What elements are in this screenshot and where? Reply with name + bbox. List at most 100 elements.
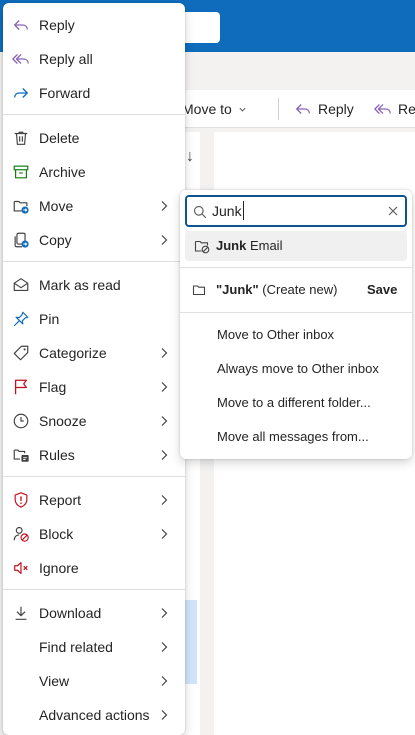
submenu-divider: [180, 312, 412, 313]
chevron-right-icon: [161, 710, 168, 720]
trash-icon: [14, 131, 28, 145]
menu-item-reply-all[interactable]: Reply all: [3, 42, 185, 76]
menu-item-label: Snooze: [39, 413, 87, 429]
create-new-hint: (Create new): [258, 282, 338, 297]
clock-icon: [13, 413, 29, 429]
menu-item-label: Mark as read: [39, 277, 121, 293]
reply-icon: [296, 104, 310, 114]
menu-item-label: Pin: [39, 311, 60, 327]
folder-suggestion-junk-email[interactable]: Junk Email: [185, 231, 407, 261]
menu-item-forward[interactable]: Forward: [3, 76, 185, 110]
menu-item-find-related[interactable]: Find related: [3, 630, 185, 664]
chevron-right-icon: [161, 495, 168, 505]
menu-item-label: Reply: [39, 17, 75, 33]
toolbar-reply-button[interactable]: Reply: [294, 90, 354, 128]
menu-item-block[interactable]: Block: [3, 517, 185, 551]
chevron-down-icon: [239, 107, 246, 112]
search-input-value[interactable]: Junk: [212, 203, 242, 219]
copy-icon: [14, 232, 29, 248]
chevron-right-icon: [161, 676, 168, 686]
chevron-right-icon: [161, 235, 168, 245]
menu-item-copy[interactable]: Copy: [3, 223, 185, 257]
flag-icon: [14, 379, 28, 395]
menu-item-rules[interactable]: Rules: [3, 438, 185, 472]
menu-item-advanced-actions[interactable]: Advanced actions: [3, 698, 185, 732]
menu-item-label: Advanced actions: [39, 707, 150, 723]
menu-item-download[interactable]: Download: [3, 596, 185, 630]
rules-icon: [13, 449, 29, 462]
menu-item-label: Forward: [39, 85, 91, 101]
menu-item-pin[interactable]: Pin: [3, 302, 185, 336]
menu-item-delete[interactable]: Delete: [3, 121, 185, 155]
toolbar-divider: [278, 98, 279, 120]
menu-item-move[interactable]: Move: [3, 189, 185, 223]
create-folder-label: "Junk" (Create new): [216, 282, 337, 298]
chevron-right-icon: [161, 450, 168, 460]
menu-item-label: Copy: [39, 232, 72, 248]
menu-item-label: Find related: [39, 639, 113, 655]
chevron-right-icon: [161, 382, 168, 392]
menu-item-mark-as-read[interactable]: Mark as read: [3, 268, 185, 302]
tag-icon: [13, 345, 29, 361]
sort-arrow-icon[interactable]: ↓: [186, 148, 194, 166]
menu-divider: [3, 589, 185, 590]
menu-item-ignore[interactable]: Ignore: [3, 551, 185, 585]
toolbar-reply-all-button[interactable]: Rep: [374, 90, 415, 128]
move-to-different-folder-option[interactable]: Move to a different folder...: [217, 388, 407, 418]
chevron-right-icon: [161, 348, 168, 358]
toolbar-move-to-button[interactable]: Move to: [182, 90, 247, 128]
menu-item-flag[interactable]: Flag: [3, 370, 185, 404]
menu-item-label: Archive: [39, 164, 86, 180]
suggestion-remainder: Email: [246, 238, 283, 253]
archive-icon: [13, 165, 29, 179]
menu-divider: [3, 114, 185, 115]
reply-icon: [14, 20, 28, 30]
mute-icon: [14, 562, 28, 574]
block-icon: [13, 526, 29, 542]
menu-item-label: Categorize: [39, 345, 107, 361]
menu-item-label: Download: [39, 605, 102, 621]
reply-all-icon: [374, 104, 391, 114]
menu-item-label: Delete: [39, 130, 80, 146]
folder-icon: [192, 285, 206, 296]
menu-item-label: Move: [39, 198, 74, 214]
toolbar-move-to-label: Move to: [182, 101, 232, 117]
folder-search-input[interactable]: Junk: [185, 195, 407, 227]
forward-icon: [14, 88, 28, 98]
text-cursor: [243, 201, 244, 220]
menu-item-categorize[interactable]: Categorize: [3, 336, 185, 370]
pin-icon: [13, 311, 29, 327]
toolbar-reply-all-label: Rep: [398, 101, 415, 117]
menu-item-archive[interactable]: Archive: [3, 155, 185, 189]
chevron-right-icon: [161, 529, 168, 539]
menu-item-view[interactable]: View: [3, 664, 185, 698]
submenu-divider: [180, 267, 412, 268]
chevron-right-icon: [161, 201, 168, 211]
clear-search-icon[interactable]: [387, 205, 399, 217]
chevron-right-icon: [161, 608, 168, 618]
move-submenu: Junk Junk Email "Junk" (Create new) Save…: [180, 190, 412, 459]
shield-alert-icon: [14, 492, 28, 508]
folder-junk-icon: [194, 240, 210, 254]
menu-item-report[interactable]: Report: [3, 483, 185, 517]
menu-item-label: Flag: [39, 379, 67, 395]
create-new-folder-row[interactable]: "Junk" (Create new) Save: [185, 274, 407, 306]
menu-divider: [3, 261, 185, 262]
new-folder-name: "Junk": [216, 282, 259, 297]
menu-item-label: Report: [39, 492, 82, 508]
menu-item-snooze[interactable]: Snooze: [3, 404, 185, 438]
menu-item-label: View: [39, 673, 70, 689]
move-all-messages-from-option[interactable]: Move all messages from...: [217, 422, 407, 452]
envelope-open-icon: [13, 278, 29, 291]
always-move-to-other-inbox-option[interactable]: Always move to Other inbox: [217, 354, 407, 384]
menu-item-label: Reply all: [39, 51, 93, 67]
reply-all-icon: [12, 54, 29, 64]
toolbar-reply-label: Reply: [318, 101, 354, 117]
folder-move-icon: [13, 200, 29, 214]
move-to-other-inbox-option[interactable]: Move to Other inbox: [217, 320, 407, 350]
menu-item-label: Rules: [39, 447, 75, 463]
save-button[interactable]: Save: [367, 282, 397, 298]
menu-item-reply[interactable]: Reply: [3, 8, 185, 42]
chevron-right-icon: [161, 642, 168, 652]
menu-item-label: Block: [39, 526, 74, 542]
